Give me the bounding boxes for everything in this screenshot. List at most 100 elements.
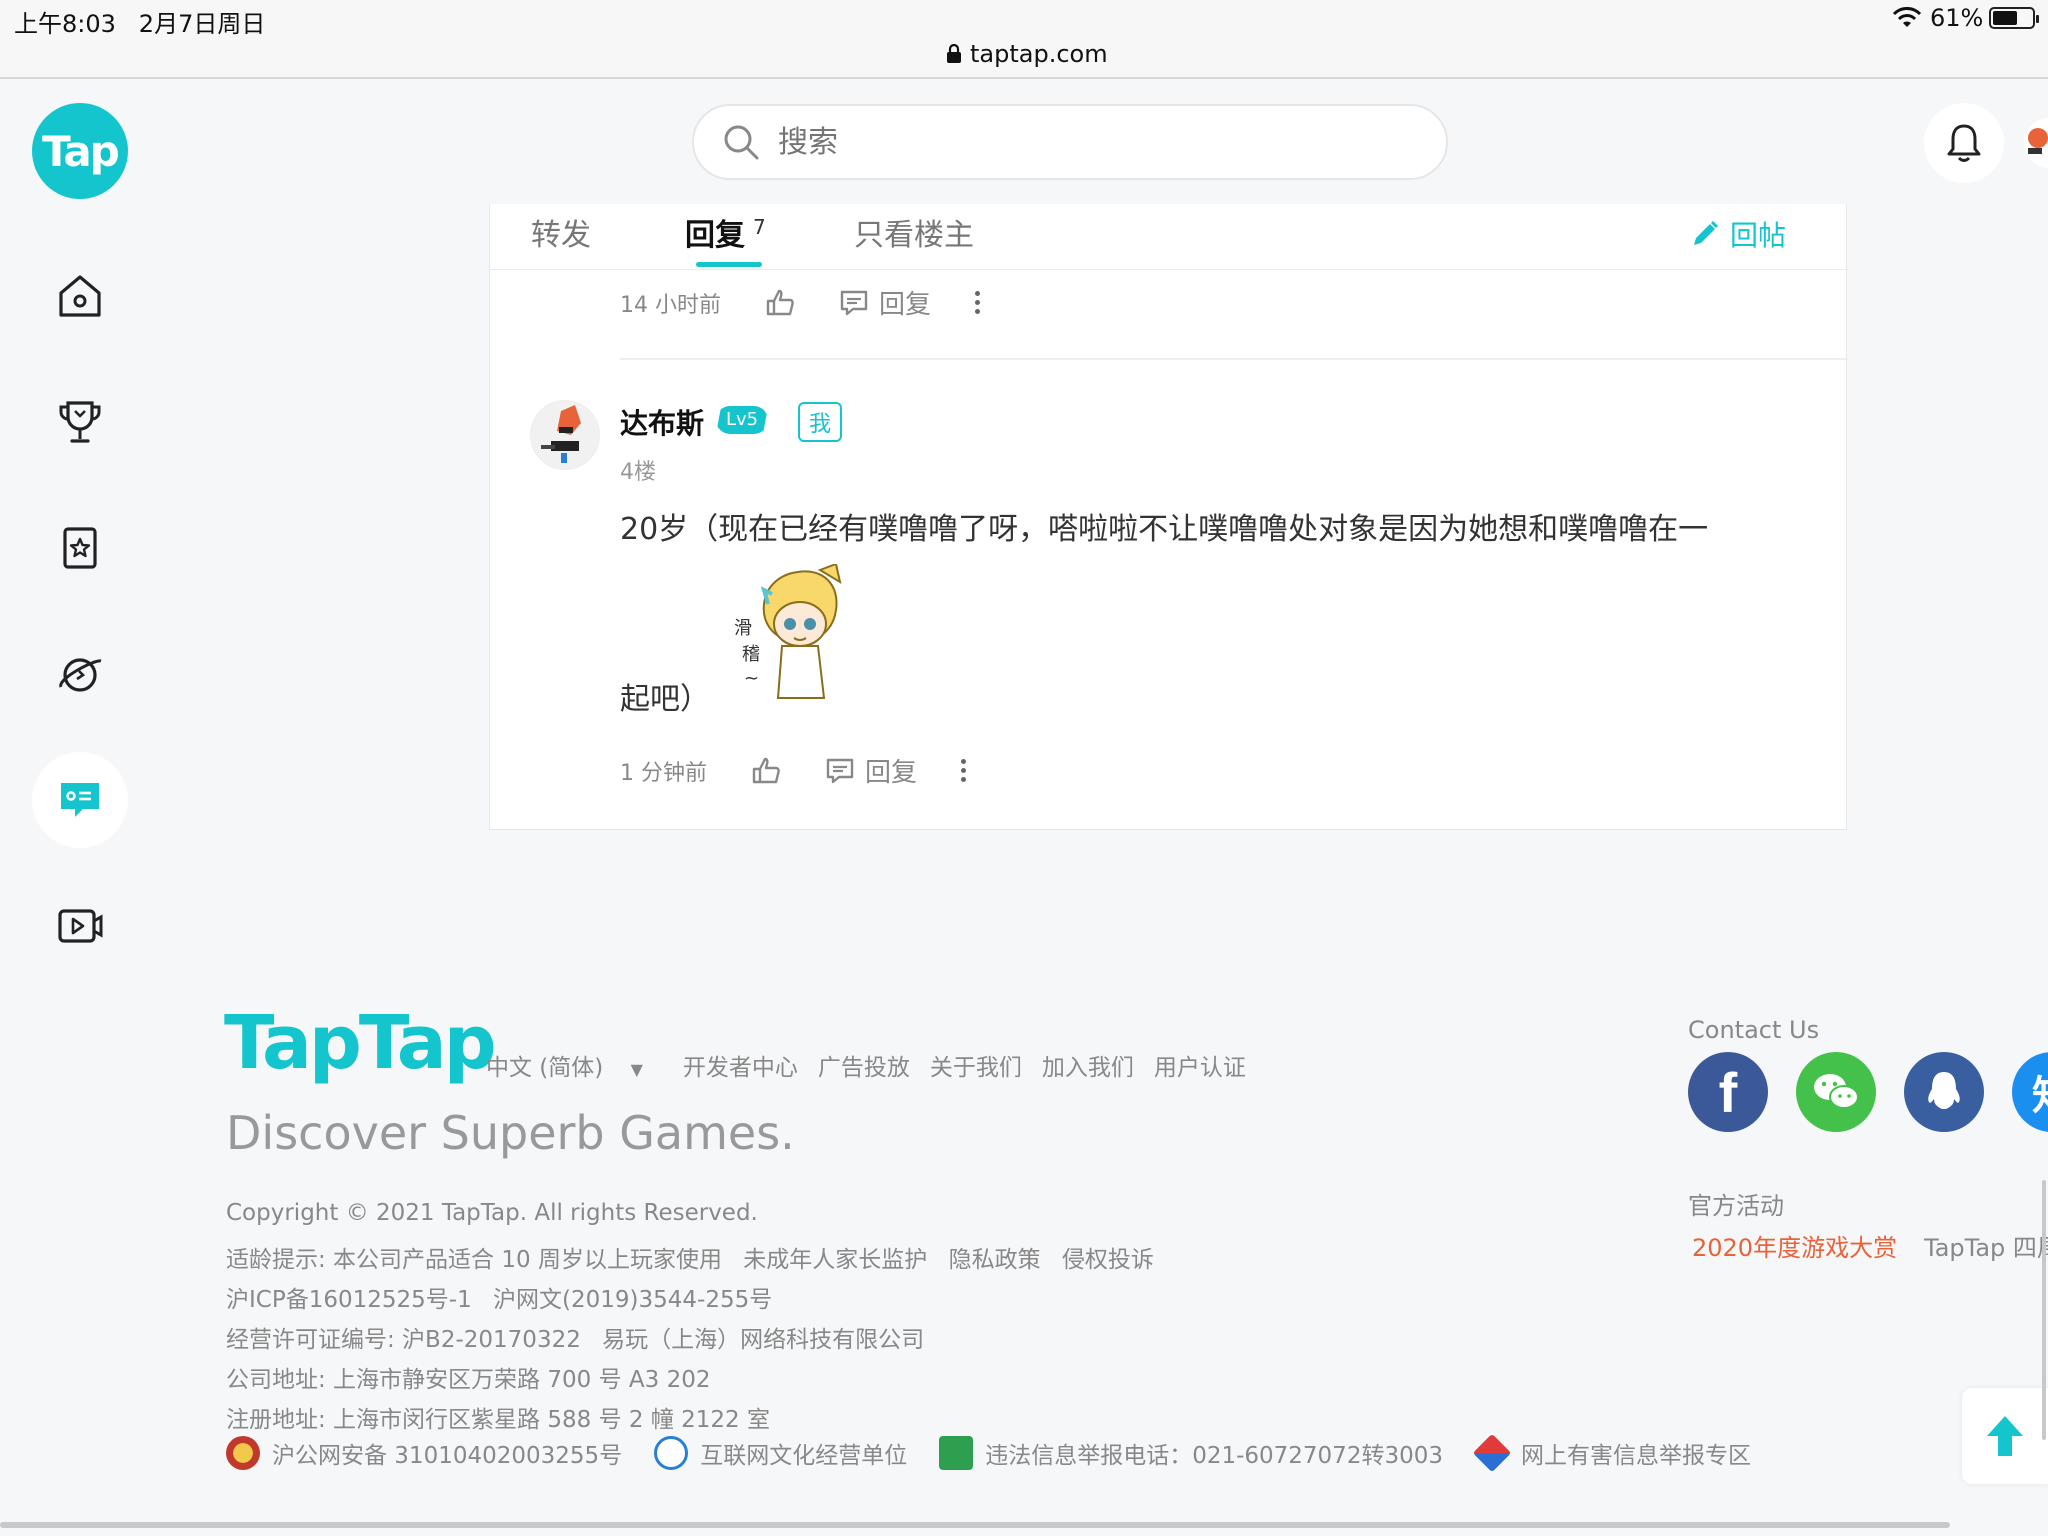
police-badge-text: 沪公网安备 31010402003255号 <box>272 1443 623 1469</box>
planet-icon <box>59 658 102 692</box>
search-bar[interactable] <box>692 104 1448 180</box>
tab-owner-only[interactable]: 只看楼主 <box>854 210 974 254</box>
registered-address: 注册地址: 上海市闵行区紫星路 588 号 2 幢 2122 室 <box>226 1407 770 1433</box>
prev-comment-time: 14 小时前 <box>620 292 721 318</box>
more-icon[interactable] <box>961 759 967 782</box>
active-tab-indicator <box>696 262 762 267</box>
sidebar-item-favorites[interactable] <box>32 500 128 596</box>
search-input[interactable] <box>778 124 1378 160</box>
like-button[interactable] <box>751 756 781 786</box>
report-e-icon <box>939 1436 974 1470</box>
footer-link-infringement[interactable]: 侵权投诉 <box>1062 1247 1154 1273</box>
notification-button[interactable] <box>1924 103 2004 183</box>
comment-username[interactable]: 达布斯 <box>620 402 704 442</box>
icp-row: 沪ICP备16012525号-1 沪网文(2019)3544-255号 <box>226 1280 786 1314</box>
back-to-top-button[interactable] <box>1962 1388 2048 1484</box>
post-reply-label: 回帖 <box>1730 219 1787 252</box>
sidebar-item-discover[interactable] <box>32 626 128 722</box>
language-selector[interactable]: 中文 (简体) ▼ <box>486 1048 663 1082</box>
culture-unit-link[interactable]: 互联网文化经营单位 <box>654 1436 907 1470</box>
harmful-report-link[interactable]: 网上有害信息举报专区 <box>1472 1433 1751 1473</box>
tab-reply-label: 回复 <box>685 218 745 253</box>
compliance-badges: 沪公网安备 31010402003255号 互联网文化经营单位 违法信息举报电话… <box>226 1433 1783 1473</box>
police-emblem-icon <box>226 1436 260 1470</box>
footer-link-privacy[interactable]: 隐私政策 <box>949 1247 1041 1273</box>
footer-link-ads[interactable]: 广告投放 <box>818 1048 910 1082</box>
wechat-icon <box>1814 1074 1859 1109</box>
svg-text:~: ~ <box>744 668 759 689</box>
lock-icon <box>947 44 961 63</box>
avatar-image-icon <box>2028 128 2048 154</box>
sidebar-item-ranking[interactable] <box>32 374 128 470</box>
trophy-icon <box>59 401 101 443</box>
clock-date: 2月7日周日 <box>138 10 266 38</box>
culture-emblem-icon <box>654 1436 689 1470</box>
sidebar-item-forum[interactable] <box>32 752 128 848</box>
footer-link-developer[interactable]: 开发者中心 <box>683 1048 798 1082</box>
contact-title: Contact Us <box>1688 1016 1820 1044</box>
taptap-footer-logo[interactable]: TapTap <box>224 1000 497 1086</box>
report-phone-link[interactable]: 违法信息举报电话：021-60727072转3003 <box>939 1436 1443 1470</box>
chevron-down-icon: ▼ <box>630 1060 643 1079</box>
search-icon <box>724 125 759 160</box>
pencil-icon <box>1694 220 1719 245</box>
vertical-scrollbar[interactable] <box>2042 1180 2046 1440</box>
avatar-character-icon <box>541 405 581 463</box>
facebook-button[interactable]: f <box>1688 1052 1768 1132</box>
horizontal-scrollbar[interactable] <box>0 1522 1950 1528</box>
footer-link-verify[interactable]: 用户认证 <box>1154 1048 1246 1082</box>
zhihu-icon: 知 <box>2032 1063 2048 1121</box>
reply-label: 回复 <box>865 758 918 788</box>
tab-reply[interactable]: 回复 7 <box>685 210 766 254</box>
culture-unit-text: 互联网文化经营单位 <box>700 1443 908 1469</box>
arrow-up-icon <box>1987 1416 2023 1456</box>
status-right: 61% <box>1892 4 2040 32</box>
license: 经营许可证编号: 沪B2-20170322 <box>226 1327 581 1353</box>
sidebar-item-video[interactable] <box>32 878 128 974</box>
address-bar[interactable]: taptap.com <box>946 40 1108 68</box>
post-reply-button[interactable]: 回帖 <box>1690 214 1786 254</box>
sidebar-item-home[interactable] <box>32 248 128 344</box>
company-name: 易玩（上海）网络科技有限公司 <box>602 1327 925 1353</box>
thumbs-up-icon <box>766 289 794 315</box>
police-badge-link[interactable]: 沪公网安备 31010402003255号 <box>226 1436 622 1470</box>
comment-icon <box>840 290 868 315</box>
age-notice: 适龄提示: 本公司产品适合 10 周岁以上玩家使用 <box>226 1247 722 1273</box>
official-activities-title: 官方活动 <box>1688 1192 1784 1220</box>
url-text: taptap.com <box>970 40 1108 68</box>
wechat-button[interactable] <box>1796 1052 1876 1132</box>
floor-label: 4楼 <box>620 460 656 485</box>
zhihu-button[interactable]: 知 <box>2012 1052 2048 1132</box>
prev-reply-button[interactable]: 回复 <box>839 284 931 321</box>
report-phone-text: 违法信息举报电话：021-60727072转3003 <box>985 1443 1443 1469</box>
status-time: 上午8:03 2月7日周日 <box>14 4 265 39</box>
prev-like-button[interactable] <box>765 288 795 318</box>
comment-text-continued: 起吧） <box>620 682 710 717</box>
company-address: 公司地址: 上海市静安区万荣路 700 号 A3 202 <box>226 1367 711 1393</box>
qq-penguin-icon <box>1928 1072 1960 1109</box>
tap-logo[interactable]: Tap <box>32 103 128 199</box>
clock-time: 上午8:03 <box>14 10 116 38</box>
footer-link-guardian[interactable]: 未成年人家长监护 <box>743 1247 927 1273</box>
icp-link[interactable]: 沪ICP备16012525号-1 <box>226 1287 472 1313</box>
footer-link-join[interactable]: 加入我们 <box>1042 1048 1134 1082</box>
video-icon <box>58 909 103 943</box>
reply-button[interactable]: 回复 <box>825 752 917 789</box>
chat-bubble-icon <box>61 783 99 817</box>
user-avatar[interactable] <box>2024 118 2048 168</box>
harmful-report-icon <box>1472 1433 1512 1473</box>
net-culture-link[interactable]: 沪网文(2019)3544-255号 <box>493 1287 772 1313</box>
status-bar: 上午8:03 2月7日周日 taptap.com 61% <box>0 0 2048 79</box>
activity-link-awards[interactable]: 2020年度游戏大赏 <box>1692 1228 1897 1263</box>
tab-forward[interactable]: 转发 <box>531 210 591 254</box>
tab-reply-count: 7 <box>753 215 766 239</box>
activity-link-anniversary[interactable]: TapTap 四周 <box>1924 1228 2048 1263</box>
me-badge: 我 <box>798 402 842 442</box>
qq-button[interactable] <box>1904 1052 1984 1132</box>
prev-more-icon[interactable] <box>975 291 981 314</box>
comment-avatar[interactable] <box>530 400 600 470</box>
battery-percent: 61% <box>1930 4 1984 32</box>
comment-time: 1 分钟前 <box>620 760 707 786</box>
comment-icon <box>826 758 854 783</box>
footer-link-about[interactable]: 关于我们 <box>930 1048 1022 1082</box>
